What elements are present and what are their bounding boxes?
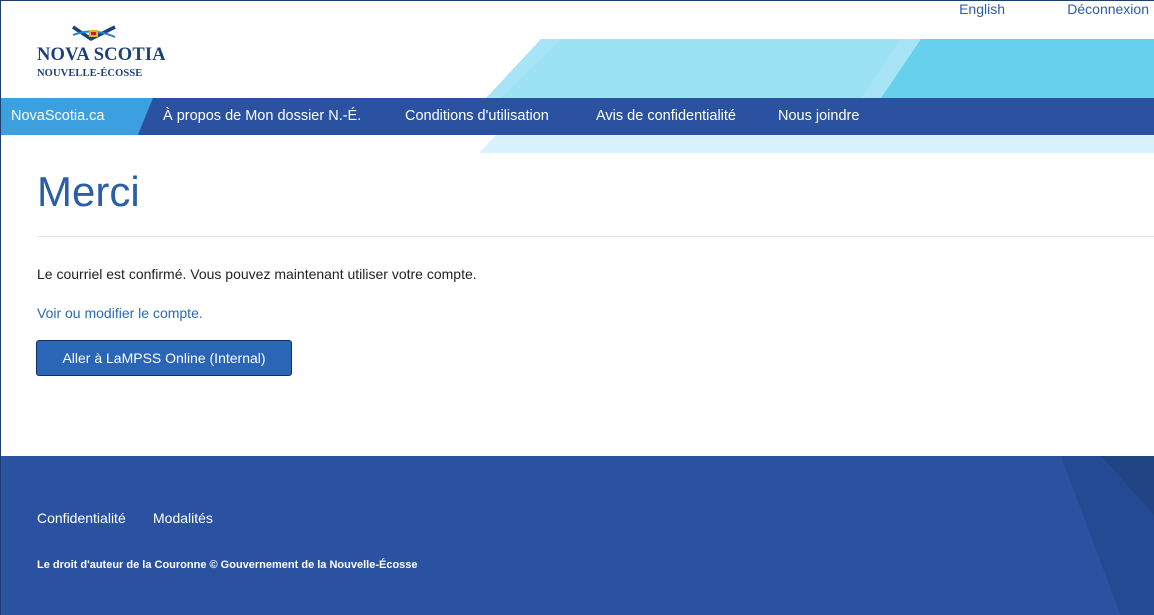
nova-scotia-logo[interactable]: NOVA SCOTIA NOUVELLE-ÉCOSSE bbox=[37, 25, 177, 87]
nav-item-terms[interactable]: Conditions d'utilisation bbox=[405, 98, 549, 135]
nav-item-about[interactable]: À propos de Mon dossier N.-É. bbox=[163, 98, 361, 135]
go-to-lampss-button[interactable]: Aller à LaMPSS Online (Internal) bbox=[36, 340, 292, 376]
confirmation-message: Le courriel est confirmé. Vous pouvez ma… bbox=[37, 266, 477, 282]
view-edit-account-link[interactable]: Voir ou modifier le compte. bbox=[37, 305, 203, 321]
title-divider bbox=[37, 236, 1154, 237]
logo-text-english: NOVA SCOTIA bbox=[37, 45, 166, 65]
nav-item-contact[interactable]: Nous joindre bbox=[778, 98, 859, 135]
page: NOVA SCOTIA NOUVELLE-ÉCOSSE English Déco… bbox=[0, 0, 1154, 615]
page-title: Merci bbox=[37, 168, 140, 215]
footer-decoration bbox=[1061, 456, 1154, 615]
site-footer: Confidentialité Modalités Le droit d'aut… bbox=[1, 456, 1154, 615]
main-nav: NovaScotia.ca À propos de Mon dossier N.… bbox=[1, 98, 1154, 135]
logout-link[interactable]: Déconnexion bbox=[1067, 1, 1149, 17]
copyright-notice: Le droit d'auteur de la Couronne © Gouve… bbox=[37, 559, 418, 571]
nav-item-privacy[interactable]: Avis de confidentialité bbox=[596, 98, 736, 135]
english-language-link[interactable]: English bbox=[959, 1, 1005, 17]
logo-text-french: NOUVELLE-ÉCOSSE bbox=[37, 68, 143, 79]
footer-privacy-link[interactable]: Confidentialité bbox=[37, 510, 126, 526]
footer-terms-link[interactable]: Modalités bbox=[153, 510, 213, 526]
site-header: NOVA SCOTIA NOUVELLE-ÉCOSSE English Déco… bbox=[1, 1, 1154, 153]
nav-item-novascotia[interactable]: NovaScotia.ca bbox=[11, 98, 105, 135]
saltire-flag-icon bbox=[72, 25, 116, 42]
